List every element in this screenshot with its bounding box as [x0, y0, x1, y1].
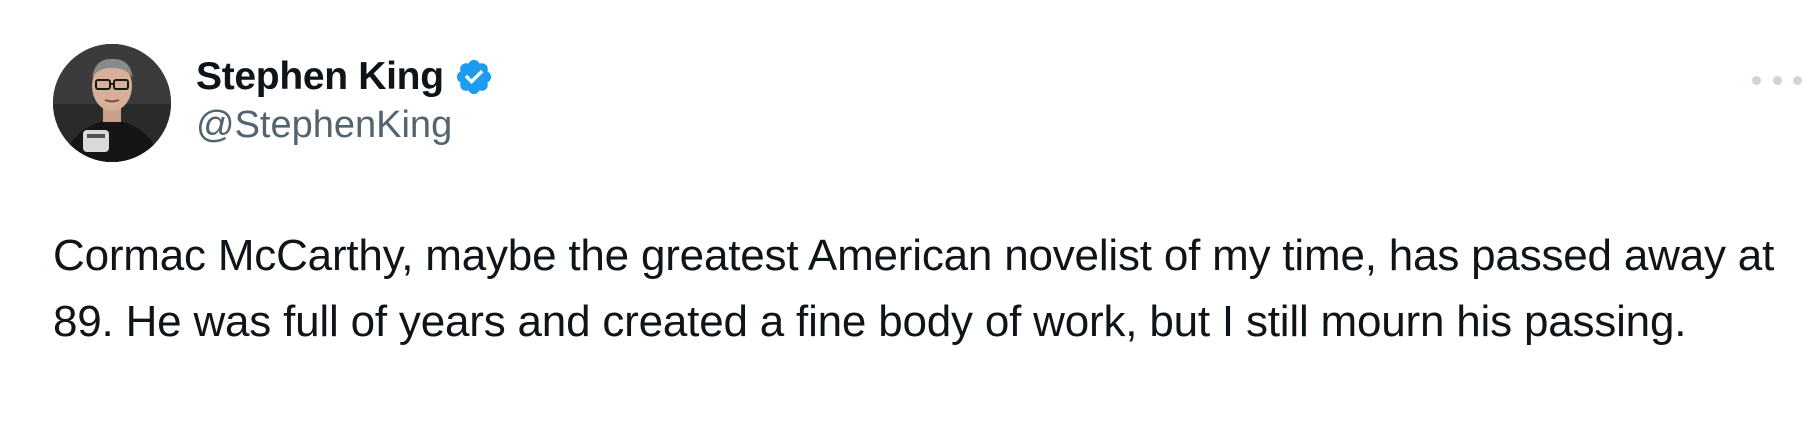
more-dot: [1772, 75, 1782, 85]
tweet-card: Stephen King @StephenKing Cormac McCarth…: [0, 0, 1810, 437]
author-handle[interactable]: @StephenKing: [196, 104, 452, 147]
avatar[interactable]: [53, 44, 171, 162]
more-dot: [1752, 75, 1761, 85]
author-display-name[interactable]: Stephen King: [196, 55, 444, 99]
tweet-text: Cormac McCarthy, maybe the greatest Amer…: [53, 231, 1775, 346]
more-options-icon[interactable]: [1752, 66, 1802, 94]
author-name-row[interactable]: Stephen King: [196, 50, 494, 104]
more-dot: [1793, 75, 1802, 85]
verified-badge-icon[interactable]: [454, 57, 494, 97]
